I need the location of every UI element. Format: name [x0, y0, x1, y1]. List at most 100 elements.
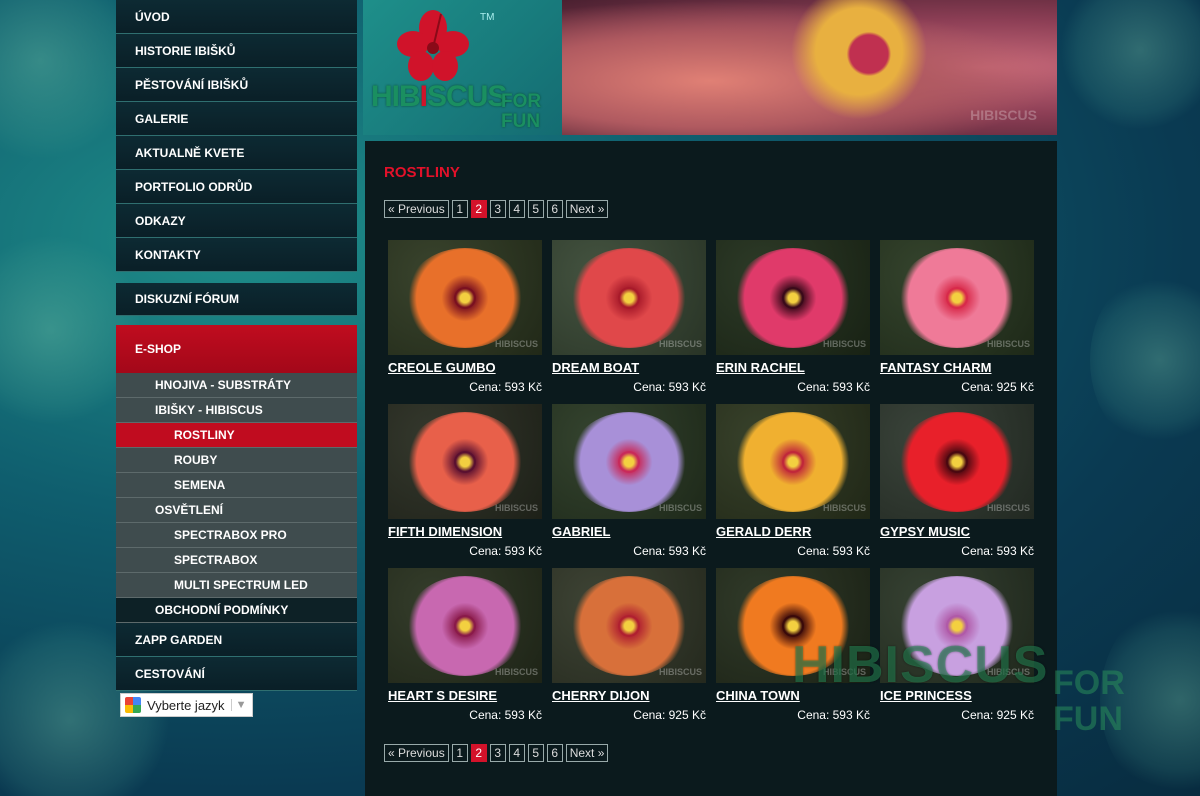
subnav-item-spectrabox[interactable]: SPECTRABOX: [116, 548, 357, 573]
product-flower-center: [618, 450, 640, 473]
pagination-page-3[interactable]: 3: [489, 744, 506, 762]
product-name-link[interactable]: HEART S DESIRE: [388, 688, 542, 703]
pagination-page-2[interactable]: 2: [470, 200, 487, 218]
product-photo-watermark: HIBISCUS: [494, 339, 538, 349]
product-name-link[interactable]: ERIN RACHEL: [716, 360, 870, 375]
nav-item-odkazy[interactable]: ODKAZY: [116, 204, 357, 238]
subnav-item-rouby[interactable]: ROUBY: [116, 448, 357, 473]
subnav-item-osvetleni[interactable]: OSVĚTLENÍ: [116, 498, 357, 523]
pagination-top: « Previous 1 2 3 4 5 6 Next »: [384, 200, 609, 218]
pagination-page-2[interactable]: 2: [470, 744, 487, 762]
pagination-page-1[interactable]: 1: [451, 200, 468, 218]
subnav-item-semena[interactable]: SEMENA: [116, 473, 357, 498]
nav-item-galerie[interactable]: GALERIE: [116, 102, 357, 136]
product-flower-center: [946, 614, 968, 637]
product-price: Cena: 925 Kč: [961, 708, 1034, 722]
subnav-item-multi-spectrum-led[interactable]: MULTI SPECTRUM LED: [116, 573, 357, 598]
product-card: HIBISCUS HEART S DESIRE Cena: 593 Kč: [388, 568, 542, 732]
pagination-page-3[interactable]: 3: [489, 200, 506, 218]
product-photo[interactable]: HIBISCUS: [388, 568, 542, 683]
language-select-label: Vyberte jazyk: [147, 697, 225, 713]
pagination-next-button[interactable]: Next »: [565, 200, 609, 218]
nav-item-zapp-garden[interactable]: ZAPP GARDEN: [116, 623, 357, 657]
product-card: HIBISCUS FANTASY CHARM Cena: 925 Kč: [880, 240, 1034, 404]
product-photo[interactable]: HIBISCUS: [552, 568, 706, 683]
product-name-link[interactable]: FIFTH DIMENSION: [388, 524, 542, 539]
subnav-item-hnojiva-substraty[interactable]: HNOJIVA - SUBSTRÁTY: [116, 373, 357, 398]
product-photo-watermark: HIBISCUS: [822, 339, 866, 349]
product-name-link[interactable]: CREOLE GUMBO: [388, 360, 542, 375]
product-photo[interactable]: HIBISCUS: [388, 240, 542, 355]
pagination-page-5[interactable]: 5: [527, 200, 544, 218]
product-card: HIBISCUS GERALD DERR Cena: 593 Kč: [716, 404, 870, 568]
product-name-link[interactable]: GERALD DERR: [716, 524, 870, 539]
product-photo[interactable]: HIBISCUS: [716, 240, 870, 355]
product-photo-watermark: HIBISCUS: [986, 339, 1030, 349]
nav-item-aktualne-kvete[interactable]: AKTUALNĚ KVETE: [116, 136, 357, 170]
product-name-link[interactable]: CHERRY DIJON: [552, 688, 706, 703]
subnav-item-obchodni-podminky[interactable]: OBCHODNÍ PODMÍNKY: [116, 598, 357, 623]
product-photo[interactable]: HIBISCUS: [388, 404, 542, 519]
page-title: ROSTLINY: [384, 164, 460, 181]
product-price: Cena: 593 Kč: [797, 708, 870, 722]
product-photo-watermark: HIBISCUS: [494, 503, 538, 513]
product-price: Cena: 593 Kč: [469, 708, 542, 722]
product-photo[interactable]: HIBISCUS: [880, 240, 1034, 355]
language-select[interactable]: Vyberte jazyk ▼: [120, 693, 253, 717]
product-name-link[interactable]: DREAM BOAT: [552, 360, 706, 375]
product-price: Cena: 593 Kč: [961, 544, 1034, 558]
product-price: Cena: 593 Kč: [469, 544, 542, 558]
product-price: Cena: 593 Kč: [633, 380, 706, 394]
pagination-page-4[interactable]: 4: [508, 744, 525, 762]
logo-for-fun: FOR FUN: [501, 91, 542, 132]
product-flower-center: [618, 286, 640, 309]
product-card: HIBISCUS GYPSY MUSIC Cena: 593 Kč: [880, 404, 1034, 568]
pagination-previous-button[interactable]: « Previous: [384, 200, 449, 218]
subnav-item-rostliny[interactable]: ROSTLINY: [116, 423, 357, 448]
nav-item-kontakty[interactable]: KONTAKTY: [116, 238, 357, 272]
product-name-link[interactable]: GYPSY MUSIC: [880, 524, 1034, 539]
product-card: HIBISCUS CREOLE GUMBO Cena: 593 Kč: [388, 240, 542, 404]
product-flower-center: [946, 450, 968, 473]
product-photo[interactable]: HIBISCUS: [552, 404, 706, 519]
pagination-next-button[interactable]: Next »: [565, 744, 609, 762]
subnav-item-ibisky-hibiscus[interactable]: IBIŠKY - HIBISCUS: [116, 398, 357, 423]
product-price: Cena: 593 Kč: [797, 544, 870, 558]
product-price: Cena: 593 Kč: [469, 380, 542, 394]
nav-item-eshop[interactable]: E-SHOP: [116, 325, 357, 373]
product-card: HIBISCUS FIFTH DIMENSION Cena: 593 Kč: [388, 404, 542, 568]
nav-item-uvod[interactable]: ÚVOD: [116, 0, 357, 34]
header-banner-image: HIBISCUS: [562, 0, 1057, 135]
product-flower-center: [454, 286, 476, 309]
product-photo[interactable]: HIBISCUS: [552, 240, 706, 355]
product-photo-watermark: HIBISCUS: [658, 339, 702, 349]
site-logo[interactable]: TM HIBISCUS FOR FUN: [363, 0, 562, 135]
nav-item-portfolio-odrud[interactable]: PORTFOLIO ODRŮD: [116, 170, 357, 204]
product-photo-watermark: HIBISCUS: [822, 503, 866, 513]
content-panel: ROSTLINY « Previous 1 2 3 4 5 6 Next » HIBISCUS…: [365, 141, 1057, 796]
pagination-page-6[interactable]: 6: [546, 744, 563, 762]
product-name-link[interactable]: FANTASY CHARM: [880, 360, 1034, 375]
product-price: Cena: 593 Kč: [797, 380, 870, 394]
background-flower: [1060, 0, 1200, 130]
subnav-item-spectrabox-pro[interactable]: SPECTRABOX PRO: [116, 523, 357, 548]
nav-item-cestovani[interactable]: CESTOVÁNÍ: [116, 657, 357, 691]
google-translate-icon: [125, 697, 141, 713]
product-photo-watermark: HIBISCUS: [986, 503, 1030, 513]
pagination-page-5[interactable]: 5: [527, 744, 544, 762]
product-card: HIBISCUS GABRIEL Cena: 593 Kč: [552, 404, 706, 568]
nav-item-historie-ibisku[interactable]: HISTORIE IBIŠKŮ: [116, 34, 357, 68]
background-flower: [1090, 270, 1200, 450]
pagination-bottom: « Previous 1 2 3 4 5 6 Next »: [384, 744, 609, 762]
pagination-page-4[interactable]: 4: [508, 200, 525, 218]
product-photo[interactable]: HIBISCUS: [880, 404, 1034, 519]
product-photo[interactable]: HIBISCUS: [716, 404, 870, 519]
nav-item-forum[interactable]: DISKUZNÍ FÓRUM: [116, 283, 357, 316]
pagination-page-6[interactable]: 6: [546, 200, 563, 218]
product-name-link[interactable]: GABRIEL: [552, 524, 706, 539]
pagination-previous-button[interactable]: « Previous: [384, 744, 449, 762]
nav-item-pestovani-ibisku[interactable]: PĚSTOVÁNÍ IBIŠKŮ: [116, 68, 357, 102]
product-card: HIBISCUS ERIN RACHEL Cena: 593 Kč: [716, 240, 870, 404]
pagination-page-1[interactable]: 1: [451, 744, 468, 762]
